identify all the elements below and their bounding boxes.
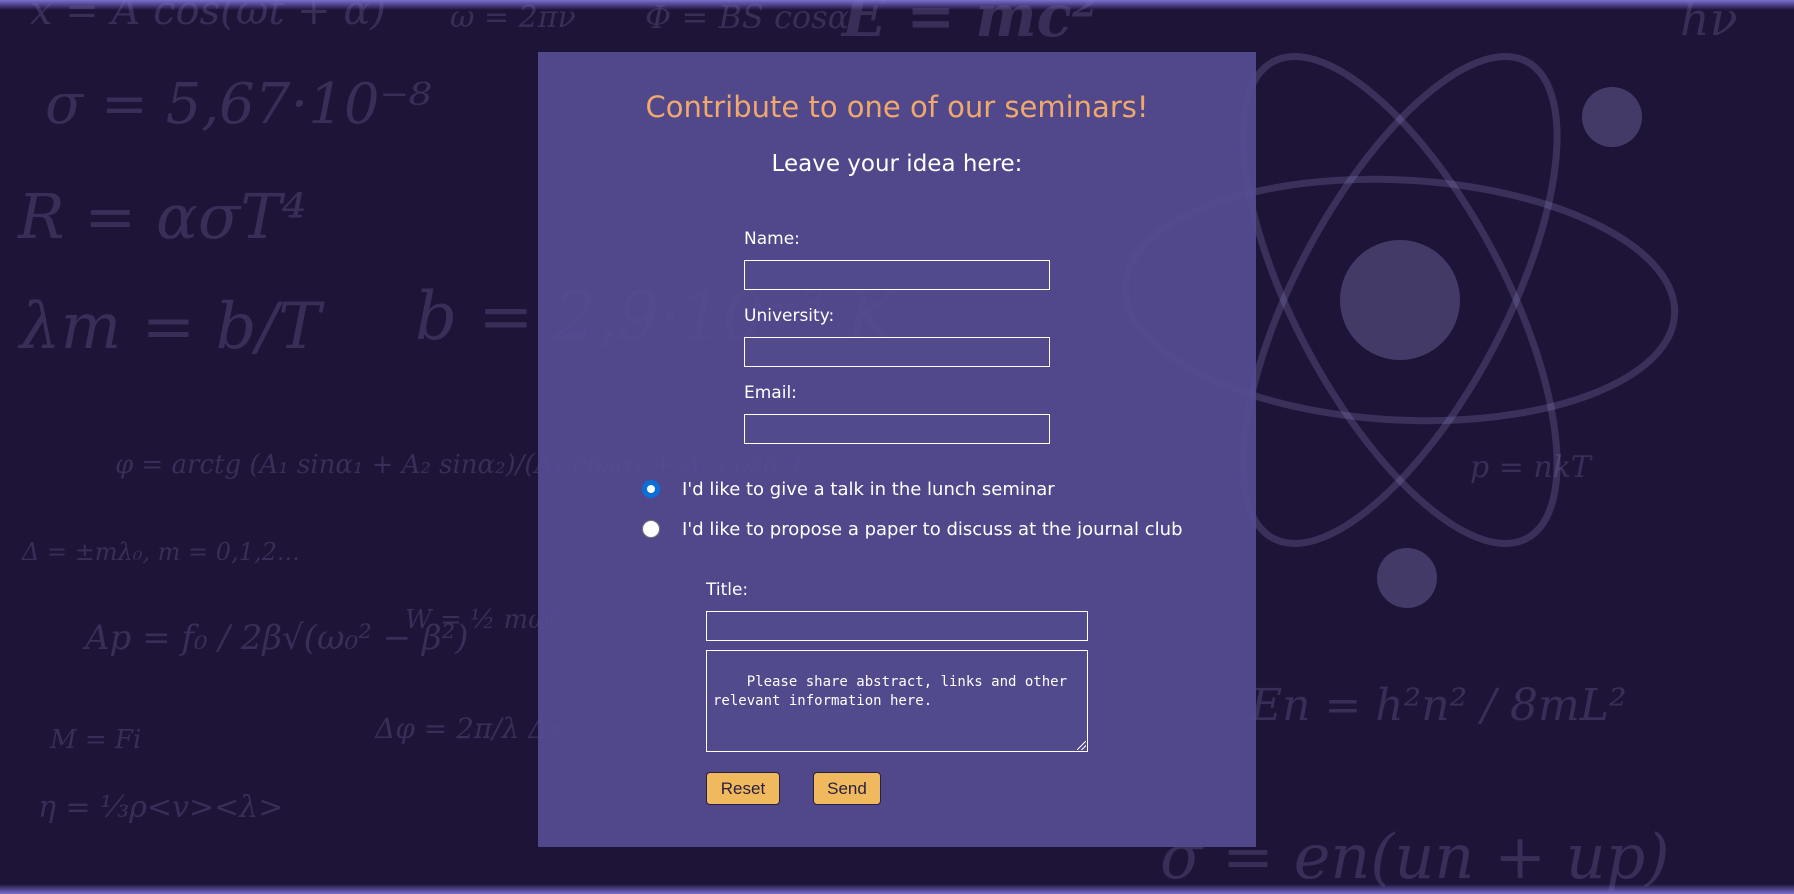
- bg-formula: ω = 2πν: [450, 0, 576, 35]
- bg-formula: En = h²n² / 8mL²: [1250, 680, 1627, 731]
- name-label: Name:: [744, 229, 800, 249]
- bg-formula: η = ⅓ρ<v><λ>: [38, 790, 284, 825]
- seminar-form-panel: Contribute to one of our seminars! Leave…: [538, 52, 1256, 847]
- bg-formula: E = mc²: [842, 0, 1098, 50]
- radio-label-lunch-seminar[interactable]: I'd like to give a talk in the lunch sem…: [682, 479, 1055, 500]
- bg-formula: Φ = BS cosα: [645, 0, 850, 36]
- bg-formula: Δ = ±mλ₀, m = 0,1,2...: [22, 538, 300, 566]
- bg-formula: λm = b/T: [20, 290, 321, 364]
- bg-formula: Δφ = 2π/λ Δx: [375, 712, 565, 745]
- description-placeholder: Please share abstract, links and other r…: [713, 674, 1076, 709]
- university-input[interactable]: [744, 337, 1050, 367]
- bg-formula: R = ασT⁴: [18, 180, 307, 253]
- bg-formula: σ = 5,67·10⁻⁸: [45, 72, 432, 137]
- bg-formula: M = Fi: [50, 725, 142, 755]
- reset-button[interactable]: Reset: [706, 772, 780, 805]
- title-input[interactable]: [706, 611, 1088, 641]
- form-subtitle: Leave your idea here:: [771, 151, 1023, 177]
- radio-button-journal-club[interactable]: [642, 520, 660, 538]
- title-label: Title:: [706, 580, 749, 600]
- description-textarea[interactable]: Please share abstract, links and other r…: [706, 650, 1088, 752]
- name-input[interactable]: [744, 260, 1050, 290]
- resize-handle-icon[interactable]: [1077, 741, 1086, 750]
- bg-formula: x = A cos(ωt + α): [30, 0, 386, 34]
- university-label: University:: [744, 306, 835, 326]
- radio-option-journal-club[interactable]: I'd like to propose a paper to discuss a…: [642, 519, 1183, 540]
- page-title: Contribute to one of our seminars!: [645, 90, 1149, 124]
- radio-label-journal-club[interactable]: I'd like to propose a paper to discuss a…: [682, 519, 1183, 540]
- email-input[interactable]: [744, 414, 1050, 444]
- radio-button-lunch-seminar[interactable]: [642, 480, 660, 498]
- email-label: Email:: [744, 383, 797, 403]
- radio-option-lunch-seminar[interactable]: I'd like to give a talk in the lunch sem…: [642, 479, 1055, 500]
- bg-formula: W = ½ mω²: [405, 605, 560, 635]
- send-button[interactable]: Send: [813, 772, 881, 805]
